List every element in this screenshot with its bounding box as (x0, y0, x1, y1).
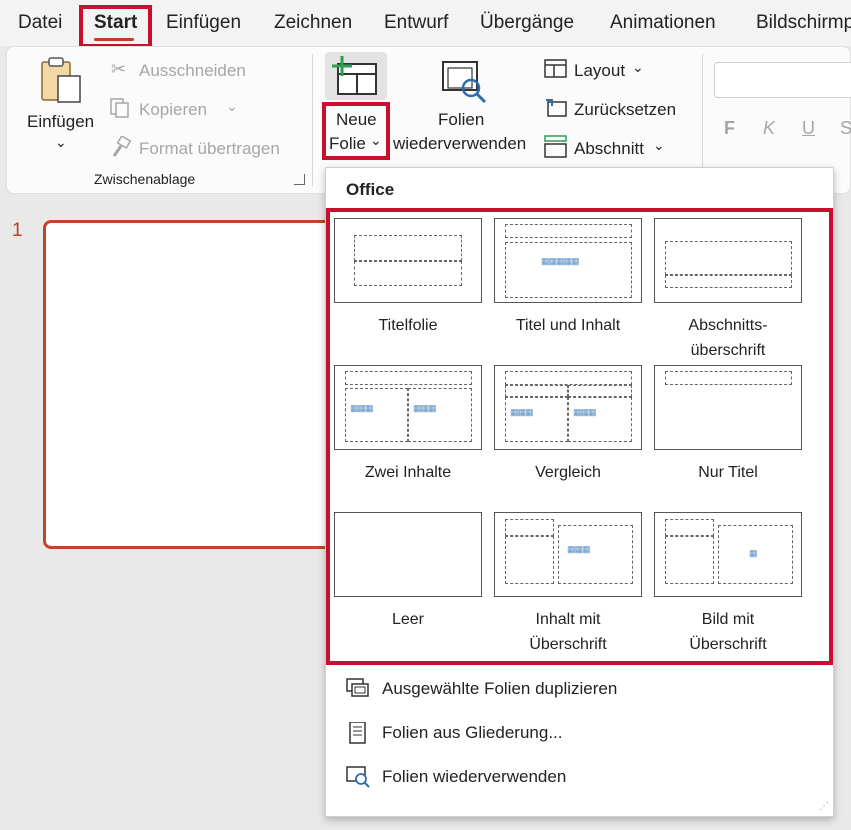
layout-chevron-icon[interactable]: ⌄ (632, 59, 644, 76)
paste-button[interactable]: Einfügen (27, 112, 94, 132)
content-placeholder-icons: ▦▦▦▦▦ (541, 256, 580, 266)
reset-icon (546, 99, 567, 117)
layout-vergleich[interactable]: ▦▦▦ ▦▦▦ Vergleich (494, 365, 642, 485)
layout-thumbnail (654, 365, 802, 450)
reuse-slides-icon (442, 61, 487, 104)
layout-nur-titel[interactable]: Nur Titel (654, 365, 802, 485)
duplicate-slides-command[interactable]: Ausgewählte Folien duplizieren (346, 678, 617, 700)
copy-icon (110, 98, 129, 118)
tab-entwurf[interactable]: Entwurf (384, 12, 448, 34)
outline-icon (346, 721, 370, 744)
layout-leer[interactable]: Leer (334, 512, 482, 632)
new-slide-dropdown: Office Titelfolie ▦▦▦▦▦ Titel und Inhalt… (325, 167, 834, 817)
layout-thumbnail: ▦▦▦ ▦▦▦ (334, 365, 482, 450)
underline-button[interactable]: U (802, 118, 815, 139)
font-name-box[interactable] (714, 62, 851, 98)
clipboard-dialog-launcher[interactable] (294, 174, 305, 185)
layout-label: Bild mit Überschrift (689, 611, 767, 653)
group-separator (312, 54, 313, 186)
layout-label: Vergleich (535, 464, 601, 481)
layout-thumbnail: ▦▦▦▦▦ (494, 218, 642, 303)
new-slide-highlight (322, 102, 390, 160)
tab-animationen[interactable]: Animationen (610, 12, 716, 34)
layout-thumbnail: ▦▦▦ (494, 512, 642, 597)
layout-label: Leer (391, 611, 425, 628)
layout-abschnittsueberschrift[interactable]: Abschnitts- überschrift (654, 218, 802, 363)
tab-zeichnen[interactable]: Zeichnen (274, 12, 352, 34)
strikethrough-button[interactable]: S (840, 118, 851, 139)
layout-thumbnail: ▦▦▦ ▦▦▦ (494, 365, 642, 450)
layout-label: Titel und Inhalt (515, 317, 621, 334)
tab-datei[interactable]: Datei (18, 12, 62, 34)
cut-icon: ✂ (111, 59, 127, 79)
reset-button[interactable]: Zurücksetzen (574, 100, 676, 120)
slide-number: 1 (12, 220, 23, 241)
reuse-slides-icon (346, 766, 370, 788)
layout-thumbnail (334, 218, 482, 303)
format-painter-button[interactable]: Format übertragen (139, 139, 280, 159)
layout-titelfolie[interactable]: Titelfolie (334, 218, 482, 338)
reuse-slides-label-line1[interactable]: Folien (438, 110, 484, 130)
layout-zwei-inhalte[interactable]: ▦▦▦ ▦▦▦ Zwei Inhalte (334, 365, 482, 485)
new-slide-icon (332, 56, 377, 95)
layout-button[interactable]: Layout (574, 61, 625, 81)
section-icon (544, 135, 567, 158)
clipboard-group-label: Zwischenablage (94, 171, 196, 187)
layout-thumbnail: ▦ (654, 512, 802, 597)
picture-placeholder-icon: ▦ (749, 548, 757, 558)
layout-bild-mit-ueberschrift[interactable]: ▦ Bild mit Überschrift (654, 512, 802, 657)
layout-thumbnail (654, 218, 802, 303)
tab-einfuegen[interactable]: Einfügen (166, 12, 241, 34)
start-tab-highlight (79, 5, 152, 48)
reuse-slides-label-line2[interactable]: wiederverwenden (393, 134, 526, 154)
layout-label: Abschnitts- überschrift (688, 317, 768, 359)
cut-button[interactable]: Ausschneiden (139, 61, 246, 81)
section-chevron-icon[interactable]: ⌄ (653, 137, 665, 154)
tab-uebergaenge[interactable]: Übergänge (480, 12, 574, 34)
copy-chevron-icon[interactable]: ⌄ (226, 98, 238, 115)
layout-icon (544, 59, 567, 78)
layout-thumbnail (334, 512, 482, 597)
layout-label: Nur Titel (698, 464, 758, 481)
slides-from-outline-command[interactable]: Folien aus Gliederung... (346, 721, 563, 744)
resize-grip-icon[interactable]: ⋰ (819, 801, 829, 812)
layout-label: Inhalt mit Überschrift (529, 611, 607, 653)
format-painter-icon (112, 136, 132, 157)
layout-inhalt-mit-ueberschrift[interactable]: ▦▦▦ Inhalt mit Überschrift (494, 512, 642, 657)
bold-button[interactable]: F (724, 118, 735, 139)
layout-titel-und-inhalt[interactable]: ▦▦▦▦▦ Titel und Inhalt (494, 218, 642, 338)
duplicate-slides-icon (346, 678, 370, 700)
paste-icon (41, 57, 81, 103)
italic-button[interactable]: K (763, 118, 775, 139)
reuse-slides-command[interactable]: Folien wiederverwenden (346, 766, 566, 788)
tab-bildschirmpraesentation[interactable]: Bildschirmp (756, 12, 851, 34)
paste-chevron-icon[interactable]: ⌄ (55, 134, 67, 151)
dropdown-title: Office (346, 180, 395, 199)
copy-button[interactable]: Kopieren (139, 100, 207, 120)
layout-label: Titelfolie (378, 317, 438, 334)
slide-thumbnail[interactable] (43, 220, 343, 549)
layout-label: Zwei Inhalte (364, 464, 452, 481)
section-button[interactable]: Abschnitt (574, 139, 644, 159)
